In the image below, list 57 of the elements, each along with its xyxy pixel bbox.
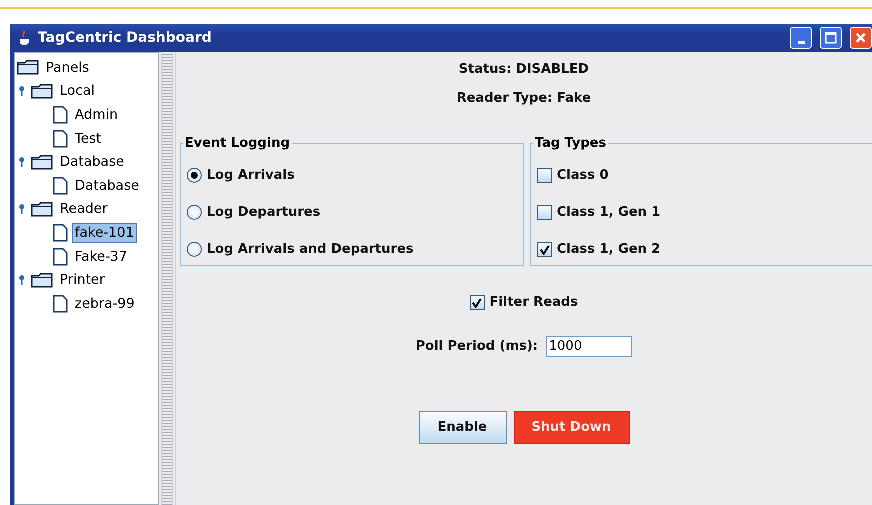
expanded-handle-icon[interactable] — [17, 86, 27, 96]
folder-icon — [17, 60, 39, 76]
option-label: Log Departures — [207, 205, 321, 220]
minimize-button[interactable] — [790, 27, 812, 49]
field-label: Poll Period (ms): — [416, 339, 538, 354]
tree-item[interactable]: Fake-37 — [72, 246, 130, 267]
tree-item[interactable]: Reader — [57, 199, 111, 220]
expanded-handle-icon[interactable] — [17, 204, 27, 214]
reader-type-text: Reader Type: Fake — [456, 91, 592, 106]
tree-item[interactable]: Database — [72, 176, 142, 196]
option-label: Log Arrivals — [207, 168, 295, 183]
close-icon — [855, 32, 867, 44]
maximize-button[interactable] — [820, 27, 842, 49]
document-icon — [53, 248, 68, 266]
checkbox[interactable] — [537, 205, 552, 220]
coffee-cup-icon — [18, 30, 32, 46]
radio-button[interactable] — [187, 242, 202, 257]
checkbox[interactable] — [470, 295, 485, 310]
enable-button[interactable]: Enable — [418, 410, 506, 444]
option-label: Filter Reads — [490, 295, 578, 310]
document-icon — [53, 106, 68, 124]
folder-icon — [31, 154, 53, 170]
tree-item[interactable]: zebra-99 — [72, 294, 138, 314]
status-text: Status: DISABLED — [458, 62, 590, 77]
close-button[interactable] — [850, 27, 872, 49]
check-icon — [540, 244, 550, 254]
checkbox[interactable] — [537, 168, 552, 183]
maximize-icon — [825, 32, 837, 44]
radio-button[interactable] — [187, 168, 202, 183]
tree-item[interactable]: Test — [72, 128, 105, 149]
check-icon — [472, 298, 482, 308]
tree-item[interactable]: Local — [57, 81, 98, 102]
tree-item[interactable]: Printer — [57, 270, 108, 290]
tree-item[interactable]: Panels — [43, 58, 92, 78]
document-icon — [53, 224, 68, 242]
tree-item[interactable]: fake-101 — [72, 222, 138, 243]
tree-item[interactable]: Admin — [72, 104, 122, 125]
input-field[interactable]: 1000 — [546, 336, 632, 358]
document-icon — [53, 130, 68, 148]
expanded-handle-icon[interactable] — [17, 275, 27, 286]
minimize-icon — [798, 40, 804, 44]
radio-button[interactable] — [187, 205, 202, 220]
group-title: Event Logging — [184, 136, 292, 151]
window-title: TagCentric Dashboard — [38, 30, 213, 46]
option-label: Log Arrivals and Departures — [207, 242, 414, 257]
checkbox[interactable] — [537, 242, 552, 257]
document-icon — [53, 176, 68, 195]
folder-icon — [31, 84, 53, 99]
document-icon — [53, 294, 68, 313]
option-label: Class 0 — [557, 168, 609, 183]
group-title: Tag Types — [534, 136, 608, 151]
option-label: Class 1, Gen 2 — [557, 242, 661, 257]
tree-item[interactable]: Database — [57, 152, 128, 172]
option-label: Class 1, Gen 1 — [557, 205, 661, 220]
folder-icon — [31, 272, 53, 288]
folder-icon — [31, 202, 53, 217]
expanded-handle-icon[interactable] — [17, 157, 27, 168]
